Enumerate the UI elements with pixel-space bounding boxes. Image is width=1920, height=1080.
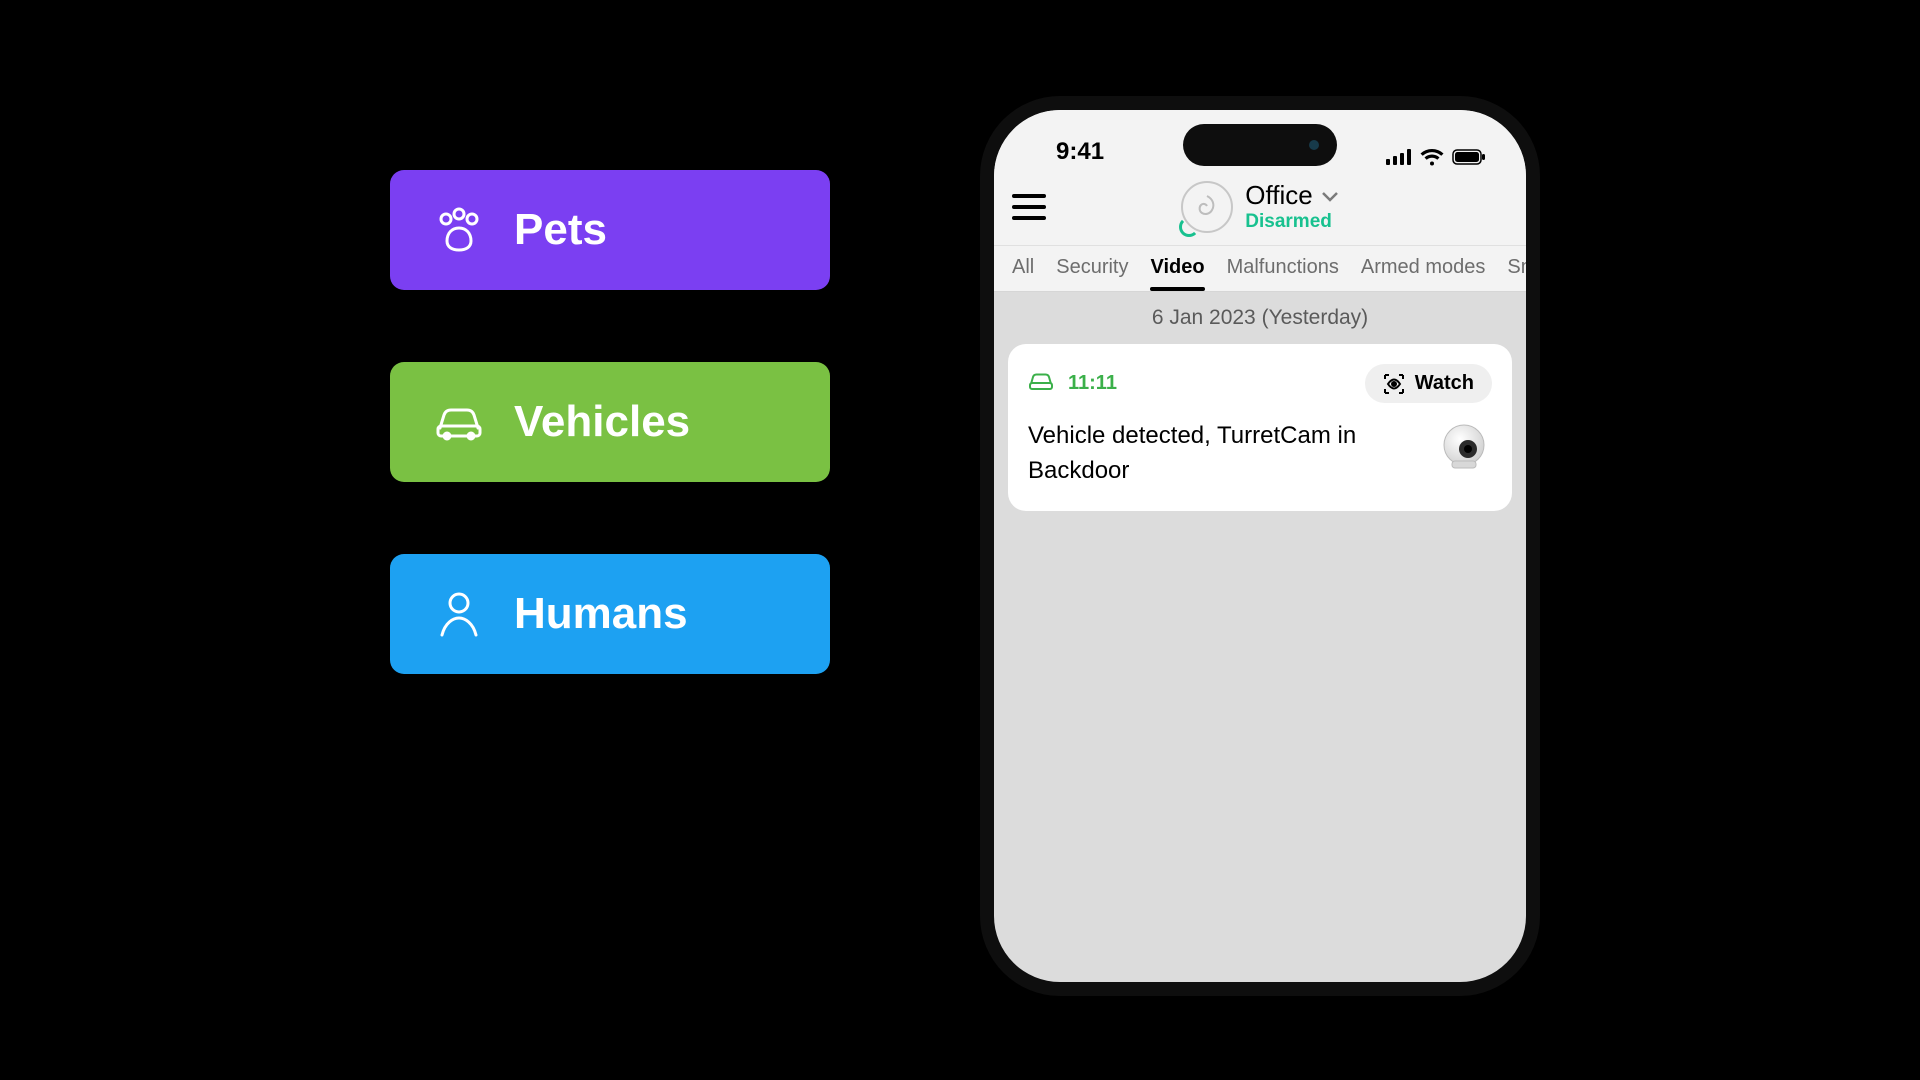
category-label: Pets bbox=[514, 205, 607, 255]
category-tile-humans[interactable]: Humans bbox=[390, 554, 830, 674]
event-time: 11:11 bbox=[1068, 372, 1117, 395]
watch-label: Watch bbox=[1415, 372, 1474, 395]
status-time: 9:41 bbox=[1028, 138, 1104, 166]
category-label: Humans bbox=[514, 589, 688, 639]
category-tile-pets[interactable]: Pets bbox=[390, 170, 830, 290]
paw-icon bbox=[434, 205, 484, 255]
tab-security[interactable]: Security bbox=[1056, 256, 1128, 291]
tab-armed-modes[interactable]: Armed modes bbox=[1361, 256, 1486, 291]
detection-category-tiles: Pets Vehicles Humans bbox=[390, 170, 830, 674]
dynamic-island bbox=[1183, 124, 1337, 166]
category-label: Vehicles bbox=[514, 397, 690, 447]
car-icon bbox=[434, 397, 484, 447]
tab-smart[interactable]: Sma bbox=[1507, 256, 1526, 291]
battery-icon bbox=[1452, 149, 1486, 165]
hub-icon[interactable] bbox=[1181, 181, 1233, 233]
watch-button[interactable]: Watch bbox=[1365, 364, 1492, 403]
event-card[interactable]: 11:11 Watch Vehicle detected, Tu bbox=[1008, 344, 1512, 511]
phone-frame: 9:41 bbox=[980, 96, 1540, 996]
watch-icon bbox=[1383, 373, 1405, 395]
camera-thumbnail bbox=[1436, 419, 1492, 475]
location-selector[interactable]: Office bbox=[1245, 180, 1338, 211]
date-divider: 6 Jan 2023 (Yesterday) bbox=[994, 292, 1526, 344]
filter-tabs: All Security Video Malfunctions Armed mo… bbox=[994, 246, 1526, 292]
person-icon bbox=[434, 589, 484, 639]
app-header: Office Disarmed bbox=[994, 172, 1526, 246]
category-tile-vehicles[interactable]: Vehicles bbox=[390, 362, 830, 482]
tab-malfunctions[interactable]: Malfunctions bbox=[1227, 256, 1339, 291]
status-icons bbox=[1386, 148, 1492, 166]
phone-screen: 9:41 bbox=[994, 110, 1526, 982]
chevron-down-icon bbox=[1321, 190, 1339, 202]
tab-all[interactable]: All bbox=[1012, 256, 1034, 291]
event-description: Vehicle detected, TurretCam in Backdoor bbox=[1028, 419, 1420, 489]
hamburger-menu-icon[interactable] bbox=[1012, 194, 1046, 220]
wifi-icon bbox=[1420, 148, 1444, 166]
car-icon bbox=[1028, 371, 1054, 396]
sync-spinner-icon bbox=[1179, 217, 1199, 237]
location-name: Office bbox=[1245, 180, 1312, 211]
arm-state: Disarmed bbox=[1245, 211, 1338, 233]
event-feed: 6 Jan 2023 (Yesterday) 11:11 bbox=[994, 292, 1526, 511]
cellular-icon bbox=[1386, 149, 1412, 165]
tab-video[interactable]: Video bbox=[1150, 256, 1204, 291]
